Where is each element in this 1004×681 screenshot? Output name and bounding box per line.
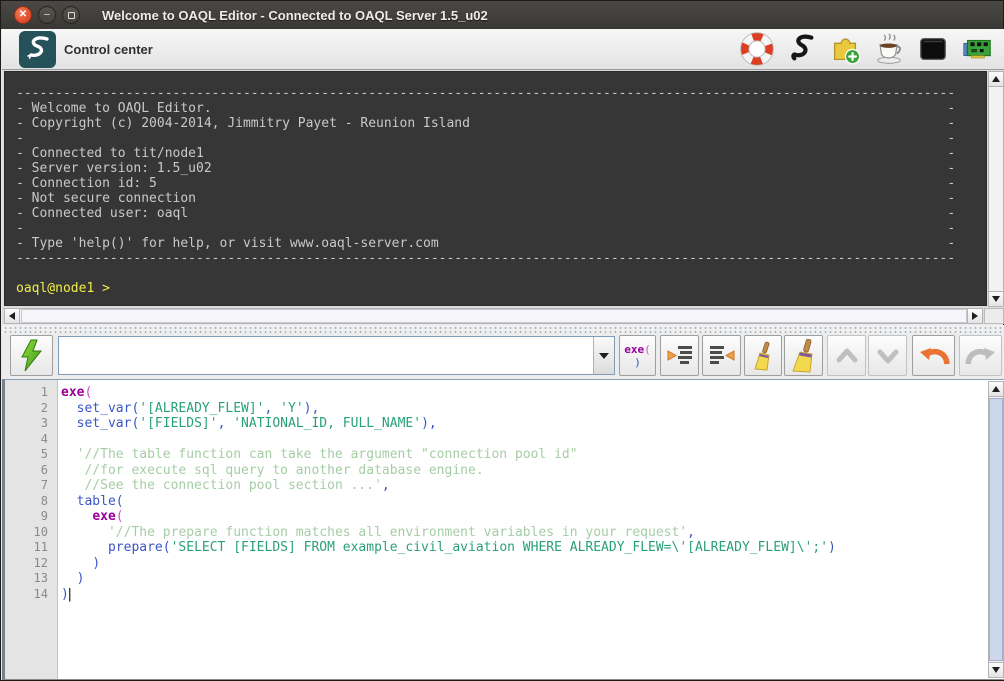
- scroll-down-button[interactable]: [988, 291, 1004, 307]
- exe-keyword: exe: [624, 343, 644, 356]
- arrow-up-icon: [992, 386, 1000, 392]
- terminal-horizontal-scrollbar[interactable]: [4, 308, 983, 324]
- arrow-down-icon: [992, 296, 1000, 302]
- code-line: '//The table function can take the argum…: [61, 447, 985, 463]
- terminal-prompt: oaql@node1 >: [16, 281, 986, 296]
- code-line: exe(: [61, 509, 985, 525]
- code-editor[interactable]: exe( set_var('[ALREADY_FLEW]', 'Y'), set…: [61, 380, 985, 679]
- code-line: '//The prepare function matches all envi…: [61, 525, 985, 541]
- code-line: ): [61, 571, 985, 587]
- editor-panel: 1234567891011121314 exe( set_var('[ALREA…: [2, 379, 1004, 680]
- history-up-button[interactable]: [827, 335, 866, 376]
- indent-right-icon: [708, 342, 736, 370]
- indent-left-button[interactable]: [660, 335, 699, 376]
- scroll-left-button[interactable]: [4, 308, 20, 324]
- titlebar: ✕ − Welcome to OAQL Editor - Connected t…: [1, 1, 1003, 29]
- code-line: )|: [61, 587, 985, 603]
- snake-icon[interactable]: [782, 31, 819, 68]
- app-window: ✕ − Welcome to OAQL Editor - Connected t…: [0, 0, 1004, 681]
- arrow-up-icon: [992, 76, 1000, 82]
- chevron-down-icon: [874, 345, 902, 367]
- help-lifebuoy-icon[interactable]: [738, 31, 775, 68]
- redo-icon: [965, 343, 997, 369]
- code-line: //for execute sql query to another datab…: [61, 463, 985, 479]
- code-line: ): [61, 556, 985, 572]
- exe-close-paren: ): [634, 356, 641, 369]
- terminal-output[interactable]: ----------------------------------------…: [4, 71, 987, 306]
- close-icon: ✕: [19, 10, 27, 20]
- minimize-icon: −: [44, 10, 50, 21]
- scroll-up-button[interactable]: [988, 381, 1004, 397]
- indent-right-button[interactable]: [702, 335, 741, 376]
- code-line: exe(: [61, 385, 985, 401]
- combobox-dropdown-button[interactable]: [593, 337, 614, 374]
- code-line: set_var('[FIELDS]', 'NATIONAL_ID, FULL_N…: [61, 416, 985, 432]
- toolbar-drag-handle[interactable]: [2, 325, 1004, 333]
- scrollbar-thumb[interactable]: [21, 309, 967, 323]
- clean-line-button[interactable]: [744, 335, 782, 376]
- exe-open-paren: (: [644, 343, 651, 356]
- maximize-button[interactable]: [62, 6, 80, 24]
- lightning-icon: [19, 339, 45, 373]
- scroll-up-button[interactable]: [988, 71, 1004, 87]
- code-line: [61, 432, 985, 448]
- redo-button[interactable]: [959, 335, 1002, 376]
- oaql-logo-icon: [19, 31, 56, 68]
- large-broom-icon: [789, 339, 819, 373]
- execute-query-button[interactable]: [10, 335, 53, 376]
- code-line: table(: [61, 494, 985, 510]
- arrow-down-icon: [992, 667, 1000, 673]
- combobox-input[interactable]: [59, 337, 593, 374]
- scroll-down-button[interactable]: [988, 662, 1004, 678]
- minimize-button[interactable]: −: [38, 6, 56, 24]
- editor-gutter: 1234567891011121314: [5, 380, 58, 679]
- maximize-icon: [68, 12, 75, 19]
- scrollbar-thumb[interactable]: [989, 398, 1003, 661]
- small-broom-icon: [750, 341, 776, 371]
- indent-left-icon: [666, 342, 694, 370]
- close-button[interactable]: ✕: [14, 6, 32, 24]
- hardware-card-icon[interactable]: [958, 31, 995, 68]
- clean-all-button[interactable]: [784, 335, 823, 376]
- code-line: //See the connection pool section ...',: [61, 478, 985, 494]
- terminal-panel: ----------------------------------------…: [2, 70, 1004, 324]
- history-down-button[interactable]: [868, 335, 907, 376]
- code-line: set_var('[ALREADY_FLEW]', 'Y'),: [61, 401, 985, 417]
- query-combobox[interactable]: [58, 336, 615, 375]
- scrollbar-corner: [984, 308, 1004, 324]
- exe-template-button[interactable]: exe( ): [619, 335, 656, 376]
- code-line: prepare('SELECT [FIELDS] FROM example_ci…: [61, 540, 985, 556]
- window-title: Welcome to OAQL Editor - Connected to OA…: [102, 8, 488, 23]
- control-center-label: Control center: [64, 42, 153, 57]
- undo-icon: [918, 343, 950, 369]
- scroll-right-button[interactable]: [967, 308, 983, 324]
- query-toolbar: exe( ): [2, 333, 1004, 379]
- editor-vertical-scrollbar[interactable]: [988, 381, 1004, 678]
- undo-button[interactable]: [912, 335, 955, 376]
- chevron-down-icon: [599, 353, 609, 359]
- add-plugin-icon[interactable]: [826, 31, 863, 68]
- arrow-left-icon: [9, 312, 15, 320]
- java-coffee-icon[interactable]: [870, 31, 907, 68]
- app-toolbar: Control center: [2, 29, 1004, 70]
- chevron-up-icon: [833, 345, 861, 367]
- terminal-console-icon[interactable]: [914, 31, 951, 68]
- terminal-vertical-scrollbar[interactable]: [988, 71, 1004, 307]
- arrow-right-icon: [972, 312, 978, 320]
